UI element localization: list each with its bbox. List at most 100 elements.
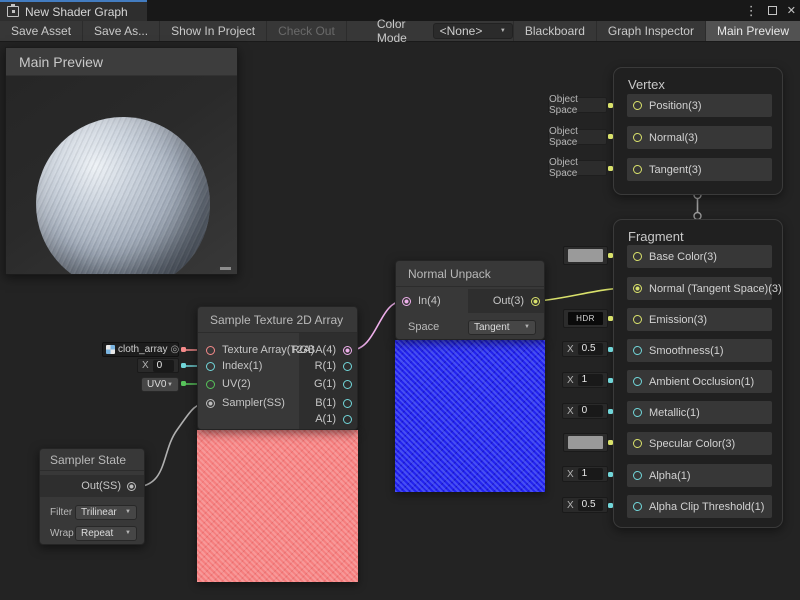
fragment-row-alpha-clip[interactable]: Alpha Clip Threshold(1) — [627, 495, 772, 518]
alpha-field[interactable]: X 1 — [562, 466, 608, 482]
alpha-clip-field[interactable]: X 0.5 — [562, 497, 608, 513]
out-cell[interactable]: Out(3) — [468, 289, 544, 313]
window-menu-icon[interactable]: ⋮ — [745, 4, 758, 17]
close-icon[interactable]: ✕ — [787, 4, 796, 17]
object-picker-icon[interactable]: ◎ — [170, 345, 179, 355]
base-color-port[interactable] — [633, 252, 642, 261]
uv-port[interactable] — [206, 380, 215, 389]
smoothness-value[interactable]: 0.5 — [578, 343, 603, 355]
color-mode-dropdown[interactable]: <None> ▼ — [433, 23, 513, 39]
preview-sphere — [36, 117, 210, 274]
graph-inspector-toggle[interactable]: Graph Inspector — [596, 21, 705, 41]
normal-ts-port[interactable] — [633, 284, 642, 293]
tangent-space-selector[interactable]: Object Space — [548, 160, 607, 176]
g-label: G(1) — [314, 378, 336, 390]
out-port[interactable] — [531, 297, 540, 306]
r-output[interactable]: R(1) — [315, 360, 352, 372]
normal-space-selector[interactable]: Object Space — [548, 129, 607, 145]
in-port[interactable] — [402, 297, 411, 306]
maximize-icon[interactable] — [768, 6, 777, 15]
index-value[interactable]: 0 — [153, 360, 174, 372]
fragment-row-smoothness[interactable]: Smoothness(1) — [627, 339, 772, 362]
b-port[interactable] — [343, 399, 352, 408]
b-output[interactable]: B(1) — [315, 397, 352, 409]
rgba-port[interactable] — [343, 346, 352, 355]
fragment-row-specular-color[interactable]: Specular Color(3) — [627, 432, 772, 455]
space-value: Tangent — [474, 322, 510, 333]
emission-port[interactable] — [633, 315, 642, 324]
chevron-down-icon: ▼ — [167, 382, 173, 388]
alpha-clip-port[interactable] — [633, 502, 642, 511]
window-controls: ⋮ ✕ — [745, 0, 796, 21]
position-space-selector[interactable]: Object Space — [548, 97, 607, 113]
vertex-row-normal[interactable]: Normal(3) — [627, 126, 772, 149]
blackboard-toggle[interactable]: Blackboard — [513, 21, 596, 41]
cloth-array-object-field[interactable]: cloth_array ◎ — [102, 342, 179, 357]
fragment-node[interactable]: Fragment Base Color(3) Normal (Tangent S… — [613, 219, 783, 528]
vertex-row-tangent[interactable]: Tangent(3) — [627, 158, 772, 181]
position-port[interactable] — [633, 101, 642, 110]
ambient-occlusion-field[interactable]: X 1 — [562, 372, 608, 388]
main-preview-title: Main Preview — [19, 54, 103, 70]
in-cell[interactable]: In(4) — [396, 289, 468, 313]
a-output[interactable]: A(1) — [315, 413, 352, 425]
space-dropdown[interactable]: Tangent ▼ — [468, 320, 536, 335]
metallic-port[interactable] — [633, 408, 642, 417]
smoothness-port[interactable] — [633, 346, 642, 355]
r-label: R(1) — [315, 360, 336, 372]
out-ss-row[interactable]: Out(SS) — [40, 475, 144, 497]
normal-port[interactable] — [633, 133, 642, 142]
specular-color-port[interactable] — [633, 439, 642, 448]
filter-dropdown[interactable]: Trilinear ▼ — [75, 505, 137, 520]
save-as-button[interactable]: Save As... — [83, 21, 160, 41]
r-port[interactable] — [343, 362, 352, 371]
ambient-occlusion-value[interactable]: 1 — [578, 374, 603, 386]
wrap-dropdown[interactable]: Repeat ▼ — [75, 526, 137, 541]
save-asset-button[interactable]: Save Asset — [0, 21, 83, 41]
index-input[interactable]: Index(1) — [206, 360, 262, 372]
sampler-port[interactable] — [206, 399, 215, 408]
alpha-value[interactable]: 1 — [578, 468, 603, 480]
sampler-input[interactable]: Sampler(SS) — [206, 397, 285, 409]
texture-array-port[interactable] — [206, 346, 215, 355]
main-preview-header[interactable]: Main Preview — [6, 48, 237, 76]
ambient-occlusion-default-dot — [608, 378, 613, 383]
main-preview-toggle[interactable]: Main Preview — [705, 21, 800, 41]
sample-texture-2d-array-node[interactable]: Sample Texture 2D Array Texture Array(T2… — [197, 306, 358, 430]
vertex-row-position[interactable]: Position(3) — [627, 94, 772, 117]
out-ss-port[interactable] — [127, 482, 136, 491]
fragment-row-alpha[interactable]: Alpha(1) — [627, 464, 772, 487]
preview-resize-handle[interactable] — [220, 267, 231, 270]
tab-new-shader-graph[interactable]: New Shader Graph — [0, 0, 147, 21]
fragment-row-emission[interactable]: Emission(3) — [627, 308, 772, 331]
normal-unpack-node[interactable]: Normal Unpack In(4) Out(3) Space Tangent… — [395, 260, 545, 340]
rgba-output[interactable]: RGBA(4) — [291, 344, 352, 356]
vertex-node[interactable]: Vertex Position(3) Normal(3) Tangent(3) — [613, 67, 783, 195]
g-output[interactable]: G(1) — [314, 378, 352, 390]
index-port[interactable] — [206, 362, 215, 371]
fragment-row-normal-ts[interactable]: Normal (Tangent Space)(3) — [627, 277, 772, 300]
metallic-value[interactable]: 0 — [578, 405, 603, 417]
alpha-clip-value[interactable]: 0.5 — [578, 499, 603, 511]
tangent-port[interactable] — [633, 165, 642, 174]
in-label: In(4) — [418, 295, 441, 307]
metallic-field[interactable]: X 0 — [562, 403, 608, 419]
uv-input[interactable]: UV(2) — [206, 378, 251, 390]
sample-node-title: Sample Texture 2D Array — [198, 307, 357, 333]
emission-hdr-swatch[interactable]: HDR — [563, 309, 608, 328]
g-port[interactable] — [343, 380, 352, 389]
ambient-occlusion-port[interactable] — [633, 377, 642, 386]
main-preview-viewport[interactable] — [6, 76, 237, 274]
show-in-project-button[interactable]: Show In Project — [160, 21, 267, 41]
base-color-swatch[interactable] — [563, 246, 608, 265]
a-port[interactable] — [343, 415, 352, 424]
alpha-port[interactable] — [633, 471, 642, 480]
uv-channel-dropdown[interactable]: UV0 ▼ — [141, 377, 179, 392]
specular-color-swatch[interactable] — [563, 433, 608, 452]
fragment-row-ambient-occlusion[interactable]: Ambient Occlusion(1) — [627, 370, 772, 393]
index-field[interactable]: X 0 — [137, 358, 179, 373]
fragment-row-metallic[interactable]: Metallic(1) — [627, 401, 772, 424]
sampler-state-node[interactable]: Sampler State Out(SS) Filter Trilinear ▼… — [39, 448, 145, 545]
fragment-row-base-color[interactable]: Base Color(3) — [627, 245, 772, 268]
smoothness-field[interactable]: X 0.5 — [562, 341, 608, 357]
